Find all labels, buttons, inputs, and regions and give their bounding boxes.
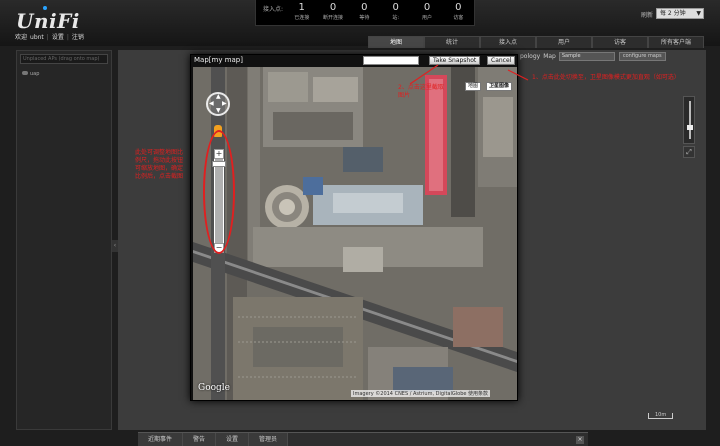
tab-access-points[interactable]: 接入点 [480,36,536,48]
pan-left-icon[interactable]: ◀ [209,100,214,107]
unifi-logo: UniFi [16,9,80,33]
unplaced-device[interactable]: uap [22,71,39,77]
map-scale: 10m [648,413,674,419]
zoom-hint-annotation: 此处可调整地图比例尺，拖动此按钮可缩放地图，确定比例后，点击截图 [135,149,184,180]
logo-dot-icon [43,6,47,10]
tab-users[interactable]: 用户 [536,36,592,48]
zoom-highlight-oval [203,130,235,254]
satellite-hint-annotation: 1、点击此处切换至，卫星图像模式更加直观（如可选） [532,74,680,81]
map-select[interactable]: Sample [558,52,615,61]
stat-disconnected: 0 断开连接 [323,2,344,21]
main-tabs: 地图 统计 接入点 用户 访客 所有客户端 [368,36,704,48]
dialog-title: Map[my map] [194,56,243,64]
footer-tab-settings[interactable]: 设置 [216,433,250,446]
tab-statistics[interactable]: 统计 [424,36,480,48]
stats-panel: 接入点: 1 已连接 0 断开连接 0 等待 0 站: 0 用户 0 访客 [255,0,475,26]
satellite-map[interactable]: 地图 卫星图像 ▲ ▼ ◀ ▶ + − Google Imagery ©2014… [193,67,517,400]
close-icon[interactable]: × [576,436,584,444]
pan-down-icon[interactable]: ▼ [216,107,221,114]
expand-icon[interactable]: ⤢ [683,146,695,158]
bottom-bar: 近期事件 警告 设置 管理员 × [138,432,588,446]
footer-tab-alerts[interactable]: 警告 [183,433,217,446]
stat-users: 0 用户 [422,2,433,21]
logout-link[interactable]: 注销 [72,34,84,41]
map-toolbar: pology Map Sample configure maps [520,52,666,61]
refresh-select[interactable]: 每 2 分钟 ▼ [656,8,704,19]
access-point-icon [22,71,28,75]
stat-pending: 0 等待 [359,2,370,21]
welcome-text: 欢迎 [15,34,28,41]
footer-tab-admins[interactable]: 管理员 [249,433,289,446]
unplaced-aps-panel: Unplaced APs (drag onto map) uap [16,50,112,430]
refresh-value: 每 2 分钟 [660,10,686,17]
pan-control[interactable]: ▲ ▼ ◀ ▶ [206,92,230,116]
tab-map[interactable]: 地图 [368,36,424,48]
refresh-label: 刷新 [641,12,654,19]
topology-label[interactable]: pology [520,53,540,60]
google-logo: Google [198,383,230,393]
settings-link[interactable]: 设置 [52,34,64,41]
welcome-bar: 欢迎 ubnt | 设置 | 注销 [15,34,84,41]
tab-all-clients[interactable]: 所有客户端 [648,36,704,48]
zoom-knob[interactable] [687,125,693,130]
configure-map-dialog: Map[my map] Take Snapshot Cancel 地图 卫星图像… [190,54,518,401]
unplaced-aps-search[interactable]: Unplaced APs (drag onto map) [20,54,108,64]
stat-guests: 0 访客 [453,2,464,21]
stats-label: 接入点: [263,6,284,13]
pan-up-icon[interactable]: ▲ [216,93,221,100]
map-zoom-slider[interactable] [683,96,695,144]
stat-connected: 1 已连接 [294,2,310,21]
zoom-track [689,101,691,139]
imagery-copyright: Imagery ©2014 CNES / Astrium, DigitalGlo… [351,390,491,397]
stat-stations: 0 站: [392,2,400,21]
pan-right-icon[interactable]: ▶ [222,100,227,107]
map-label: Map [543,53,556,60]
configure-maps-button[interactable]: configure maps [618,52,666,61]
satellite-imagery [193,67,517,400]
tab-guests[interactable]: 访客 [592,36,648,48]
unifi-controller: UniFi 欢迎 ubnt | 设置 | 注销 接入点: 1 已连接 0 断开连接 0 等待 0… [0,0,720,446]
annotation-arrows [409,64,529,85]
username: ubnt [30,34,44,41]
chevron-down-icon: ▼ [696,10,701,17]
footer-tab-events[interactable]: 近期事件 [138,433,184,446]
